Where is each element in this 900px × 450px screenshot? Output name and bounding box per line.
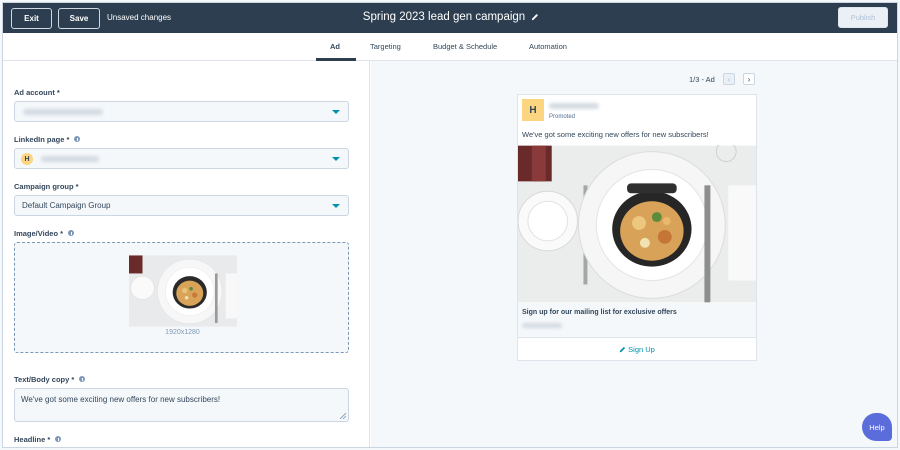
caret-down-icon	[332, 204, 340, 208]
image-dimensions: 1920x1280	[165, 329, 200, 336]
help-button[interactable]: Help	[862, 413, 892, 441]
sign-up-cta[interactable]: Sign Up	[518, 345, 756, 354]
linkedin-page-value-redacted	[41, 156, 99, 162]
chevron-right-icon[interactable]: ›	[743, 73, 755, 85]
caret-down-icon	[332, 110, 340, 114]
ad-account-select[interactable]	[14, 101, 349, 122]
linkedin-page-label: LinkedIn page *	[14, 135, 70, 144]
ad-form-panel: Ad account * LinkedIn page * H Campaign …	[3, 61, 370, 447]
info-icon[interactable]	[55, 436, 62, 442]
ad-account-value-redacted	[23, 109, 103, 115]
info-icon[interactable]	[68, 230, 75, 236]
image-video-label-row: Image/Video *	[14, 229, 75, 238]
linkedin-page-label-row: LinkedIn page *	[14, 135, 81, 144]
body-copy-label: Text/Body copy *	[14, 375, 75, 384]
campaign-group-label: Campaign group *	[14, 182, 79, 191]
body-copy-label-row: Text/Body copy *	[14, 375, 86, 384]
preview-headline-area: Sign up for our mailing list for exclusi…	[518, 303, 756, 338]
ad-preview-panel: 1/3 - Ad ‹ › H Promoted We've got some e…	[371, 61, 897, 447]
resize-handle-icon[interactable]	[340, 413, 346, 419]
campaign-group-value: Default Campaign Group	[22, 201, 111, 210]
linkedin-page-select[interactable]: H	[14, 148, 349, 169]
pencil-icon[interactable]	[531, 13, 539, 21]
chevron-left-icon[interactable]: ‹	[723, 73, 735, 85]
ad-account-label: Ad account *	[14, 88, 60, 97]
preview-domain-redacted	[522, 323, 562, 328]
campaign-title-text[interactable]: Spring 2023 lead gen campaign	[363, 11, 525, 23]
campaign-title: Spring 2023 lead gen campaign	[3, 11, 897, 23]
headline-label-row: Headline *	[14, 435, 62, 444]
tab-bar: Ad Targeting Budget & Schedule Automatio…	[3, 33, 897, 61]
body-copy-textarea[interactable]: We've got some exciting new offers for n…	[14, 388, 349, 422]
image-dropzone[interactable]: 1920x1280	[14, 242, 349, 353]
image-video-label: Image/Video *	[14, 229, 64, 238]
info-icon[interactable]	[79, 376, 86, 382]
campaign-group-select[interactable]: Default Campaign Group	[14, 195, 349, 216]
tab-targeting[interactable]: Targeting	[370, 42, 401, 51]
preview-ad-image	[518, 145, 756, 303]
headline-label: Headline *	[14, 435, 51, 444]
body-copy-value: We've got some exciting new offers for n…	[21, 395, 221, 404]
publish-button[interactable]: Publish	[838, 7, 888, 28]
tab-ad[interactable]: Ad	[330, 42, 340, 51]
preview-body-copy: We've got some exciting new offers for n…	[522, 130, 709, 139]
top-bar: Exit Save Unsaved changes Spring 2023 le…	[3, 3, 897, 33]
sign-up-label: Sign Up	[628, 345, 655, 354]
company-logo: H	[522, 99, 544, 121]
preview-pager-label: 1/3 - Ad	[689, 75, 715, 84]
tab-automation[interactable]: Automation	[529, 42, 567, 51]
ad-image-thumbnail[interactable]	[129, 255, 237, 327]
page-avatar: H	[21, 153, 33, 165]
pencil-icon	[619, 346, 626, 353]
company-name-redacted	[549, 103, 599, 109]
tab-budget-schedule[interactable]: Budget & Schedule	[433, 42, 497, 51]
info-icon[interactable]	[74, 136, 81, 142]
preview-headline: Sign up for our mailing list for exclusi…	[522, 309, 677, 316]
linkedin-ad-preview-card: H Promoted We've got some exciting new o…	[517, 94, 757, 361]
caret-down-icon	[332, 157, 340, 161]
promoted-label: Promoted	[549, 114, 576, 120]
app-window: Exit Save Unsaved changes Spring 2023 le…	[2, 2, 898, 448]
